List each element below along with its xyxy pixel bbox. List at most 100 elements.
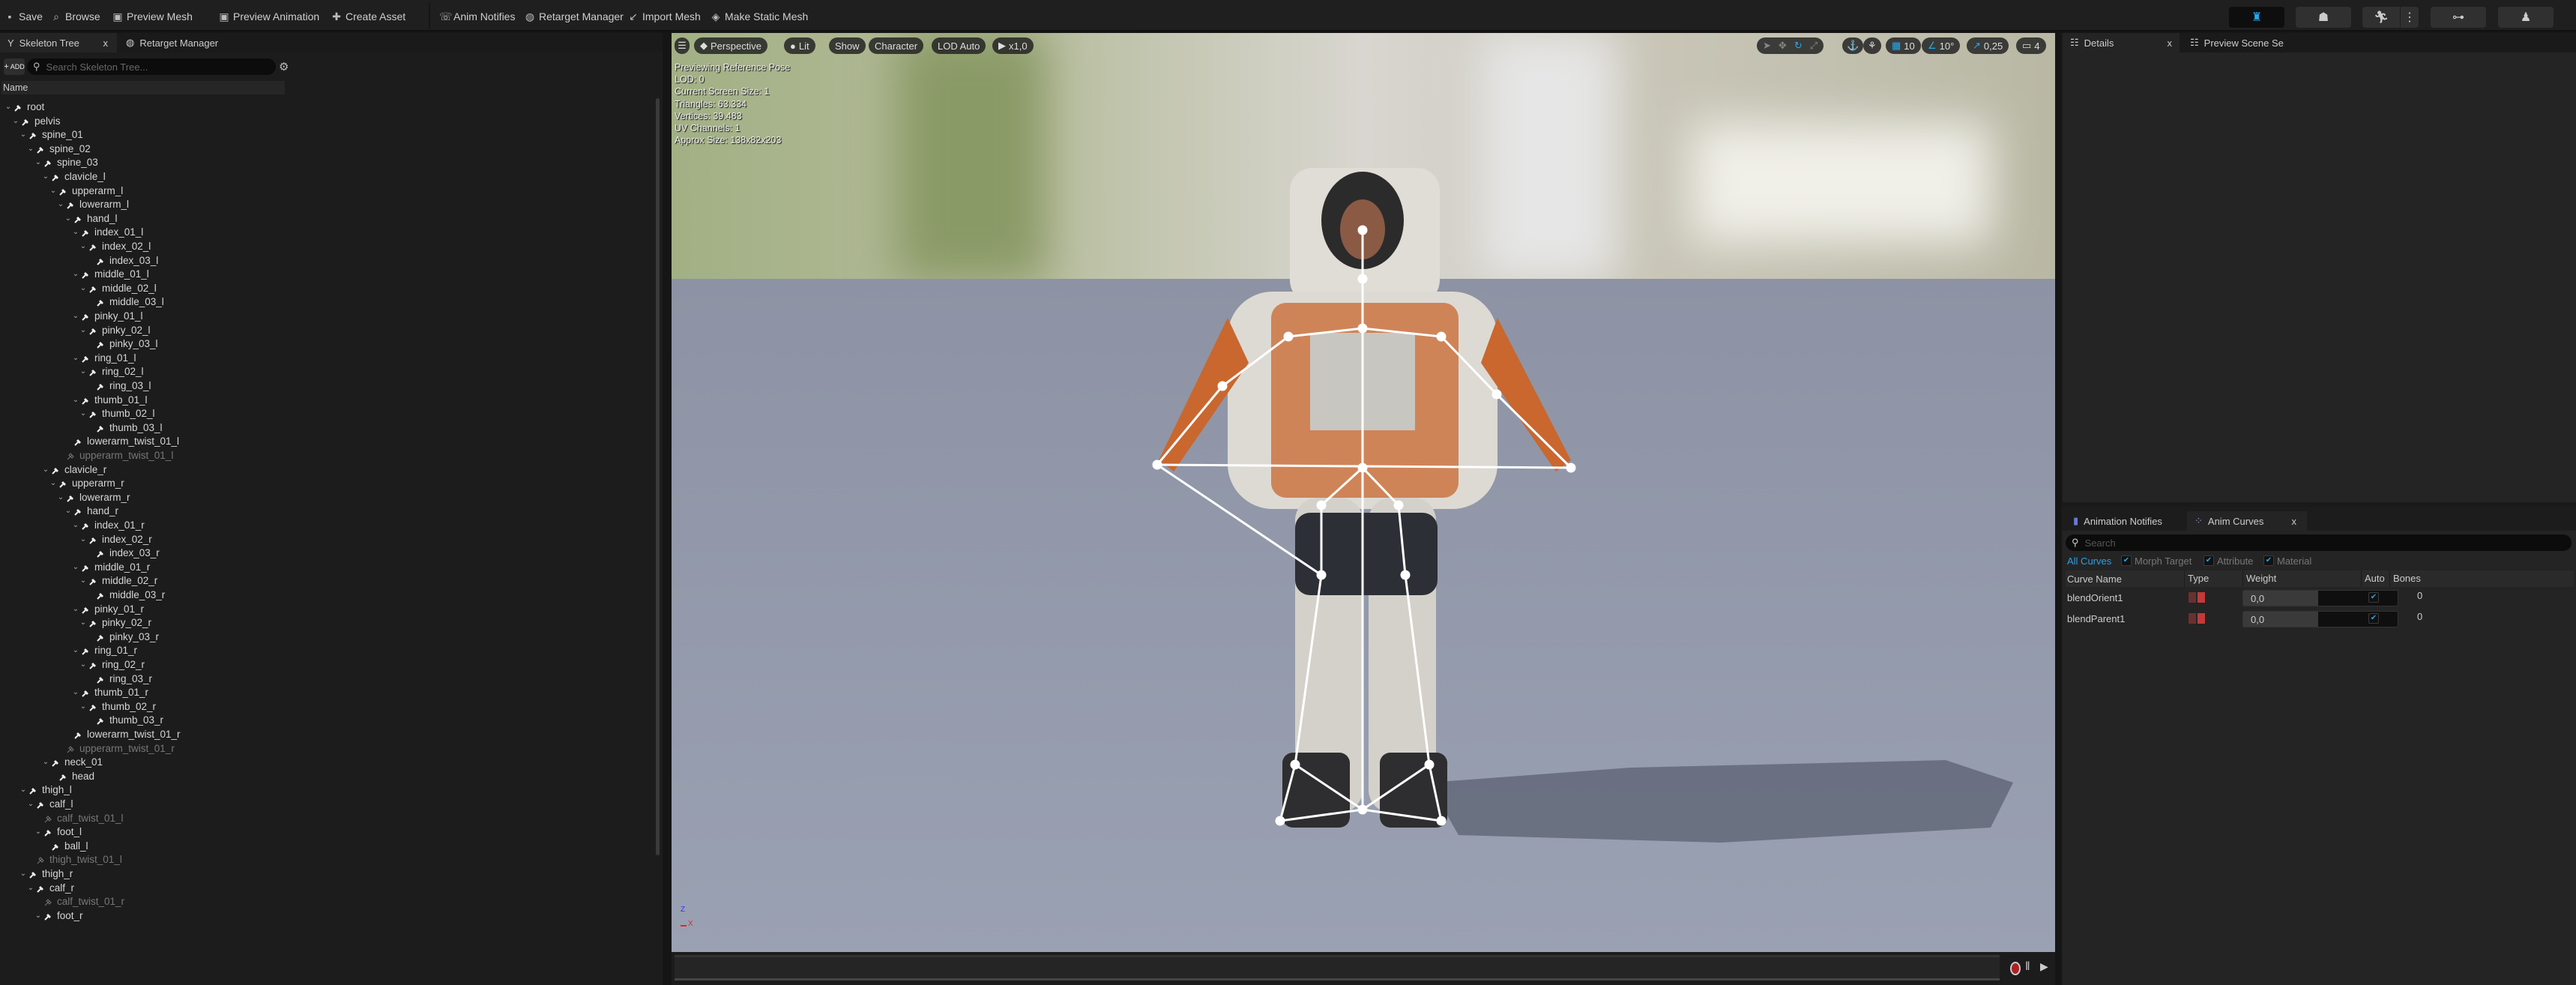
expand-chevron-icon[interactable]: ⌄ <box>49 187 57 195</box>
expand-chevron-icon[interactable]: ⌄ <box>49 479 57 487</box>
preview-mesh-button[interactable]: ▣ Preview Mesh <box>112 8 193 25</box>
bone-row-hand_r[interactable]: ⌄ hand_r <box>64 504 118 518</box>
bone-row-lowerarm_twist_01_r[interactable]: lowerarm_twist_01_r <box>64 727 181 741</box>
material-checkbox[interactable]: ✔ <box>2263 555 2274 566</box>
bone-row-lowerarm_r[interactable]: ⌄ lowerarm_r <box>57 490 130 504</box>
settings-gear-icon[interactable]: ⚙ <box>279 60 289 73</box>
close-tab-button[interactable]: x <box>2292 516 2297 527</box>
camera-speed-button[interactable]: ▭ 4 <box>2016 37 2046 54</box>
bone-row-spine_02[interactable]: ⌄ spine_02 <box>27 142 91 156</box>
expand-chevron-icon[interactable]: ⌄ <box>72 270 79 278</box>
expand-chevron-icon[interactable]: ⌄ <box>79 702 87 711</box>
lit-button[interactable]: ● Lit <box>784 37 815 54</box>
column-bones[interactable]: Bones <box>2389 570 2421 587</box>
bone-row-lowerarm_twist_01_l[interactable]: lowerarm_twist_01_l <box>64 434 179 448</box>
expand-chevron-icon[interactable]: ⌄ <box>34 828 42 836</box>
bone-row-ring_02_r[interactable]: ⌄ ring_02_r <box>79 657 145 672</box>
close-tab-button[interactable]: x <box>103 37 109 49</box>
column-auto[interactable]: Auto <box>2361 570 2385 587</box>
expand-chevron-icon[interactable]: ⌄ <box>72 354 79 362</box>
animation-mode-button[interactable]: 🏃︎ <box>2362 7 2400 28</box>
expand-chevron-icon[interactable]: ⌄ <box>57 493 64 501</box>
scale-icon[interactable]: ⤢ <box>1810 40 1818 52</box>
joint-clavL[interactable] <box>1283 331 1294 342</box>
bone-row-calf_twist_01_r[interactable]: calf_twist_01_r <box>34 894 124 909</box>
expand-chevron-icon[interactable]: ⌄ <box>79 284 87 292</box>
tab-anim-curves[interactable]: ⁘ Anim Curves x <box>2187 511 2307 531</box>
bone-row-index_01_l[interactable]: ⌄ index_01_l <box>72 225 144 239</box>
expand-chevron-icon[interactable]: ⌄ <box>64 507 72 515</box>
bone-row-thumb_03_l[interactable]: thumb_03_l <box>87 421 163 435</box>
rotate-icon[interactable]: ↻ <box>1794 40 1803 52</box>
bone-row-pinky_01_l[interactable]: ⌄ pinky_01_l <box>72 309 143 323</box>
rotate-snap-button[interactable]: ∠ 10° <box>1922 37 1961 54</box>
column-weight[interactable]: Weight <box>2242 570 2276 587</box>
expand-chevron-icon[interactable]: ⌄ <box>72 312 79 320</box>
animation-mode-menu[interactable]: ⋮ <box>2401 7 2419 28</box>
skeleton-search-input[interactable]: ⚲ Search Skeleton Tree... <box>27 58 276 75</box>
bone-row-index_02_l[interactable]: ⌄ index_02_l <box>79 239 151 253</box>
expand-chevron-icon[interactable]: ⌄ <box>42 466 49 474</box>
grid-snap-button[interactable]: ▦ 10 <box>1886 37 1921 54</box>
bone-row-thumb_01_l[interactable]: ⌄ thumb_01_l <box>72 393 148 407</box>
curve-row[interactable]: blendOrient1 0,0 ✔ 0 <box>2066 588 2574 608</box>
bone-row-pinky_02_l[interactable]: ⌄ pinky_02_l <box>79 323 151 337</box>
column-type[interactable]: Type <box>2184 570 2209 587</box>
expand-chevron-icon[interactable]: ⌄ <box>72 228 79 236</box>
bone-row-thigh_twist_01_l[interactable]: thigh_twist_01_l <box>27 852 122 867</box>
bone-row-index_03_l[interactable]: index_03_l <box>87 253 158 268</box>
import-mesh-button[interactable]: ↙ Import Mesh <box>628 8 701 25</box>
preview-animation-button[interactable]: ▣ Preview Animation <box>219 8 319 25</box>
perspective-button[interactable]: ◆ Perspective <box>694 37 767 54</box>
tab-skeleton-tree[interactable]: Y Skeleton Tree x <box>0 33 117 52</box>
curve-search-input[interactable]: ⚲ Search <box>2066 534 2572 551</box>
column-curve-name[interactable]: Curve Name <box>2067 573 2122 585</box>
attribute-checkbox[interactable]: ✔ <box>2204 555 2214 566</box>
expand-chevron-icon[interactable]: ⌄ <box>57 200 64 208</box>
blueprint-mode-button[interactable]: ⊶ <box>2431 7 2486 28</box>
expand-chevron-icon[interactable]: ⌄ <box>12 117 19 125</box>
expand-chevron-icon[interactable]: ⌄ <box>34 158 42 166</box>
anim-notifies-button[interactable]: ☏ Anim Notifies <box>439 8 515 25</box>
close-tab-button[interactable]: x <box>2168 37 2173 49</box>
make-static-mesh-button[interactable]: ◈ Make Static Mesh <box>711 8 809 25</box>
expand-chevron-icon[interactable]: ⌄ <box>79 367 87 376</box>
bone-row-foot_l[interactable]: ⌄ foot_l <box>34 825 82 839</box>
joint-hipR[interactable] <box>1393 500 1404 510</box>
bone-row-calf_l[interactable]: ⌄ calf_l <box>27 797 73 811</box>
expand-chevron-icon[interactable]: ⌄ <box>19 870 27 878</box>
bone-row-index_03_r[interactable]: index_03_r <box>87 546 160 560</box>
tab-preview-scene-settings[interactable]: ☷ Preview Scene Se <box>2183 33 2295 52</box>
bone-row-head[interactable]: head <box>49 769 94 783</box>
retarget-manager-button[interactable]: ◍ Retarget Manager <box>525 8 624 25</box>
bone-row-hand_l[interactable]: ⌄ hand_l <box>64 211 118 226</box>
expand-chevron-icon[interactable]: ⌄ <box>72 605 79 613</box>
save-button[interactable]: ▪ Save <box>4 8 43 25</box>
surface-snap-button[interactable]: ⚘ <box>1863 37 1881 54</box>
expand-chevron-icon[interactable]: ⌄ <box>27 145 34 153</box>
bone-row-thumb_02_r[interactable]: ⌄ thumb_02_r <box>79 699 156 714</box>
joint-kneeL[interactable] <box>1316 570 1327 580</box>
curve-row[interactable]: blendParent1 0,0 ✔ 0 <box>2066 609 2574 629</box>
all-curves-filter[interactable]: All Curves <box>2067 555 2111 567</box>
bone-row-middle_02_r[interactable]: ⌄ middle_02_r <box>79 573 158 588</box>
expand-chevron-icon[interactable]: ⌄ <box>79 326 87 334</box>
bone-row-middle_02_l[interactable]: ⌄ middle_02_l <box>79 281 157 295</box>
joint-pelvis[interactable] <box>1357 463 1368 473</box>
tree-scrollbar[interactable] <box>656 98 660 855</box>
bone-row-thigh_r[interactable]: ⌄ thigh_r <box>19 867 73 881</box>
expand-chevron-icon[interactable]: ⌄ <box>27 800 34 808</box>
expand-chevron-icon[interactable]: ⌄ <box>72 646 79 654</box>
joint-ankL[interactable] <box>1290 759 1300 770</box>
expand-chevron-icon[interactable]: ⌄ <box>79 535 87 543</box>
bone-row-thumb_01_r[interactable]: ⌄ thumb_01_r <box>72 685 148 699</box>
joint-root[interactable] <box>1357 804 1368 815</box>
bone-row-thumb_03_r[interactable]: thumb_03_r <box>87 713 163 727</box>
bone-row-middle_03_r[interactable]: middle_03_r <box>87 588 165 602</box>
tab-details[interactable]: ☷ Details x <box>2063 33 2180 52</box>
character-button[interactable]: Character <box>869 37 924 54</box>
morph-target-checkbox[interactable]: ✔ <box>2121 555 2132 566</box>
local-world-button[interactable]: ⚓ <box>1842 37 1864 54</box>
bone-row-index_02_r[interactable]: ⌄ index_02_r <box>79 532 152 546</box>
joint-footR[interactable] <box>1436 816 1447 826</box>
